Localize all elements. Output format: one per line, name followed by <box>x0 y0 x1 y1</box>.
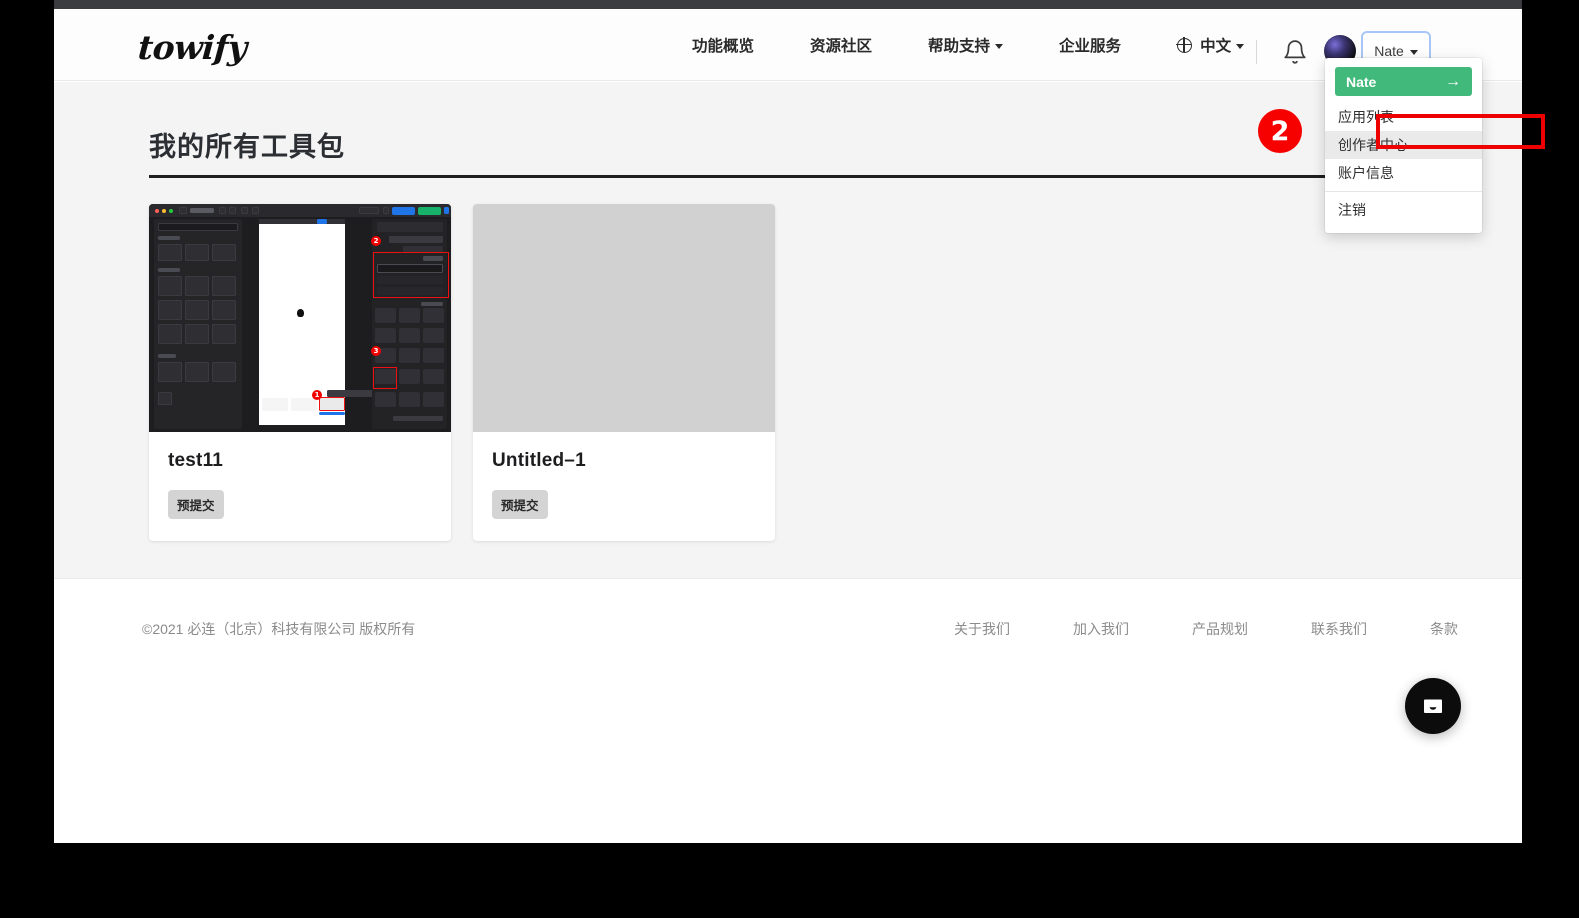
site-footer: ©2021 必连（北京）科技有限公司 版权所有 关于我们 加入我们 产品规划 联… <box>54 578 1522 843</box>
browser-chrome-strip <box>54 0 1522 9</box>
inbox-message-icon <box>1424 699 1442 713</box>
nav-item-enterprise[interactable]: 企业服务 <box>1031 34 1149 56</box>
chevron-down-icon <box>1409 49 1418 55</box>
footer-link-contact[interactable]: 联系我们 <box>1311 619 1367 639</box>
browser-viewport: towify 功能概览 资源社区 帮助支持 企业服务 中文 Nate Nate … <box>54 0 1545 843</box>
arrow-right-icon: → <box>1445 72 1461 90</box>
nav-item-community[interactable]: 资源社区 <box>782 34 900 56</box>
nav-label: 功能概览 <box>692 38 755 55</box>
footer-link-about[interactable]: 关于我们 <box>954 619 1010 639</box>
toolkit-card[interactable]: 1 2 3 test11 预提交 <box>149 204 451 541</box>
user-menu-label: Nate <box>1374 43 1404 59</box>
dropdown-separator <box>1325 191 1482 192</box>
site-header: towify 功能概览 资源社区 帮助支持 企业服务 中文 Nate <box>54 9 1522 81</box>
dropdown-item-logout[interactable]: 注销 <box>1325 196 1482 224</box>
screen: towify 功能概览 资源社区 帮助支持 企业服务 中文 Nate Nate … <box>0 0 1579 918</box>
card-body: Untitled–1 预提交 <box>473 432 775 541</box>
copyright-text: ©2021 必连（北京）科技有限公司 版权所有 <box>142 621 416 637</box>
nav-item-features[interactable]: 功能概览 <box>664 34 782 56</box>
dropdown-greeting[interactable]: Nate → <box>1335 67 1472 96</box>
nav-label: 企业服务 <box>1059 38 1122 55</box>
status-badge: 预提交 <box>168 490 224 519</box>
annotation-step-badge: 2 <box>1258 109 1302 153</box>
toolkit-card-grid: 1 2 3 test11 预提交 Untitled–1 预提交 <box>149 204 775 541</box>
bell-icon[interactable] <box>1282 39 1308 65</box>
nav-label: 中文 <box>1200 38 1232 55</box>
card-title: Untitled–1 <box>492 450 586 471</box>
nav-label: 资源社区 <box>810 38 873 55</box>
towify-logo[interactable]: towify <box>137 28 248 67</box>
toolkit-card[interactable]: Untitled–1 预提交 <box>473 204 775 541</box>
nav-item-language[interactable]: 中文 <box>1149 34 1272 56</box>
title-underline <box>149 175 1434 178</box>
annotation-highlight-rect <box>1376 114 1545 149</box>
page-body: 我的所有工具包 1 2 3 test11 预提交 Untitled–1 预提交 <box>54 82 1522 578</box>
status-badge: 预提交 <box>492 490 548 519</box>
card-body: test11 预提交 <box>149 432 451 541</box>
globe-icon <box>1176 36 1193 53</box>
chevron-down-icon <box>1236 43 1245 49</box>
card-title: test11 <box>168 450 224 471</box>
header-divider <box>1256 40 1257 64</box>
card-thumbnail-design-editor: 1 2 3 <box>149 204 451 432</box>
main-navigation: 功能概览 资源社区 帮助支持 企业服务 中文 <box>664 9 1272 81</box>
page-title: 我的所有工具包 <box>149 132 345 162</box>
design-editor-preview: 1 2 3 <box>149 204 451 432</box>
dropdown-item-account-info[interactable]: 账户信息 <box>1325 159 1482 187</box>
footer-link-roadmap[interactable]: 产品规划 <box>1192 619 1248 639</box>
chevron-down-icon <box>995 43 1004 49</box>
footer-links: 关于我们 加入我们 产品规划 联系我们 条款 <box>954 619 1458 639</box>
nav-label: 帮助支持 <box>928 38 991 55</box>
footer-link-terms[interactable]: 条款 <box>1430 619 1458 639</box>
card-thumbnail-placeholder <box>473 204 775 432</box>
nav-item-support[interactable]: 帮助支持 <box>900 34 1031 56</box>
dropdown-greeting-label: Nate <box>1346 73 1377 90</box>
footer-link-join[interactable]: 加入我们 <box>1073 619 1129 639</box>
chat-widget-button[interactable] <box>1405 678 1461 734</box>
